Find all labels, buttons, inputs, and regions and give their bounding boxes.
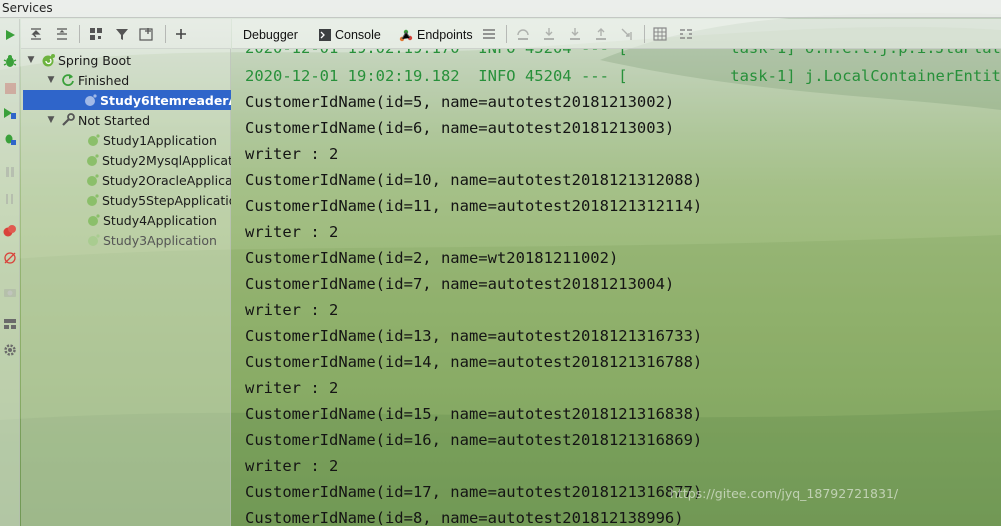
console-output-line: CustomerIdName(id=7, name=autotest201812…: [245, 275, 675, 293]
left-action-toolbar: [0, 19, 20, 526]
console-output-line: CustomerIdName(id=16, name=autotest20181…: [245, 431, 703, 449]
tree-node-app[interactable]: Study3Application: [85, 230, 231, 250]
run-to-cursor-icon[interactable]: [619, 26, 635, 42]
console-output-line: CustomerIdName(id=8, name=autotest201812…: [245, 509, 684, 526]
console-output-line: CustomerIdName(id=2, name=wt20181211002): [245, 249, 619, 267]
title-bar: Services: [0, 0, 1001, 18]
layout-icon[interactable]: [2, 316, 18, 332]
services-tree-toolbar: [21, 19, 231, 49]
expand-all-icon[interactable]: [28, 26, 44, 42]
new-tab-icon[interactable]: [139, 26, 155, 42]
console-output-line: CustomerIdName(id=10, name=autotest20181…: [245, 171, 703, 189]
chevron-down-icon[interactable]: ▼: [45, 74, 57, 86]
console-icon: [319, 29, 331, 41]
tab-endpoints[interactable]: Endpoints: [399, 26, 473, 44]
window-title: Services: [2, 1, 53, 15]
menu-icon[interactable]: [481, 26, 497, 42]
tree-node-app[interactable]: Study5StepApplication: [85, 190, 231, 210]
tab-label: Console: [335, 28, 381, 42]
spring-app-icon: [85, 212, 101, 228]
tree-node-study6-itemreader[interactable]: Study6ItemreaderApplication: [23, 90, 231, 110]
console-output-line: CustomerIdName(id=13, name=autotest20181…: [245, 327, 703, 345]
toolbar-separator: [506, 25, 507, 43]
debug-with-coverage-icon[interactable]: [2, 131, 18, 147]
spring-app-icon: [85, 192, 100, 208]
console-output-line: writer : 2: [245, 457, 339, 475]
console-output-line: writer : 2: [245, 379, 339, 397]
console-output-line: CustomerIdName(id=17, name=autotest20181…: [245, 483, 703, 501]
console-output-line: CustomerIdName(id=15, name=autotest20181…: [245, 405, 703, 423]
mute-breakpoints-icon[interactable]: [2, 250, 18, 266]
tab-console[interactable]: Console: [319, 26, 381, 44]
tree-node-spring-boot[interactable]: ▼ Spring Boot: [25, 50, 230, 70]
pause-icon[interactable]: [2, 164, 18, 180]
tree-node-label: Study2OracleApplication: [102, 172, 231, 188]
console-output-line: CustomerIdName(id=5, name=autotest201812…: [245, 93, 675, 111]
console-output-line: CustomerIdName(id=6, name=autotest201812…: [245, 119, 675, 137]
settings-gear-icon[interactable]: [2, 342, 18, 358]
console-toolbar: Debugger Console Endpoints: [232, 19, 1001, 49]
tab-label: Endpoints: [417, 28, 473, 42]
tree-node-label: Study1Application: [103, 132, 217, 148]
tree-node-label: Study3Application: [103, 232, 217, 248]
console-output[interactable]: 2020-12-01 19:02:19.170 INFO 45204 --- […: [232, 49, 1001, 526]
group-by-icon[interactable]: [88, 26, 104, 42]
toolbar-separator: [644, 25, 645, 43]
step-icon[interactable]: [2, 191, 18, 207]
services-tree: ▼ Spring Boot ▼ Finished Study6Itemreade…: [21, 49, 231, 526]
console-output-line: writer : 2: [245, 301, 339, 319]
tree-node-app[interactable]: Study2MysqlApplication: [85, 150, 231, 170]
tree-node-label: Finished: [78, 72, 130, 88]
stop-icon[interactable]: [2, 80, 18, 96]
tree-node-label: Not Started: [78, 112, 151, 128]
tab-debugger[interactable]: Debugger: [243, 26, 298, 44]
spring-app-icon: [85, 172, 100, 188]
console-output-line: writer : 2: [245, 223, 339, 241]
camera-icon[interactable]: [2, 284, 18, 300]
spring-app-icon: [85, 152, 100, 168]
force-step-into-icon[interactable]: [567, 26, 583, 42]
chevron-down-icon[interactable]: ▼: [45, 114, 57, 126]
trace-icon[interactable]: [678, 26, 694, 42]
run-icon[interactable]: [2, 27, 18, 43]
tab-label: Debugger: [243, 28, 298, 42]
endpoints-icon: [399, 28, 413, 42]
watermark: https://gitee.com/jyq_18792721831/: [670, 486, 899, 501]
add-service-icon[interactable]: [173, 26, 189, 42]
step-over-icon[interactable]: [515, 26, 531, 42]
wrench-icon: [60, 112, 76, 128]
tree-node-app[interactable]: Study1Application: [85, 130, 231, 150]
spring-app-icon: [83, 92, 98, 108]
debug-icon[interactable]: [2, 53, 18, 69]
run-with-coverage-icon[interactable]: [2, 105, 18, 121]
collapse-all-icon[interactable]: [54, 26, 70, 42]
tree-node-app[interactable]: Study4Application: [85, 210, 231, 230]
spring-app-icon: [85, 232, 101, 248]
spring-boot-icon: [40, 52, 56, 68]
tree-node-label: Study2MysqlApplication: [102, 152, 231, 168]
console-output-line: CustomerIdName(id=14, name=autotest20181…: [245, 353, 703, 371]
tree-node-label: Study4Application: [103, 212, 217, 228]
tree-node-label: Study5StepApplication: [102, 192, 231, 208]
console-log-line: 2020-12-01 19:02:19.182 INFO 45204 --- […: [245, 67, 1001, 85]
toolbar-separator: [79, 25, 80, 43]
filter-icon[interactable]: [114, 26, 130, 42]
step-out-icon[interactable]: [593, 26, 609, 42]
console-output-line: CustomerIdName(id=11, name=autotest20181…: [245, 197, 703, 215]
tree-node-finished[interactable]: ▼ Finished: [45, 70, 230, 90]
console-log-line: 2020-12-01 19:02:19.170 INFO 45204 --- […: [245, 49, 1001, 61]
breakpoints-icon[interactable]: [2, 223, 18, 239]
tree-node-app[interactable]: Study2OracleApplication: [85, 170, 231, 190]
evaluate-expression-icon[interactable]: [652, 26, 668, 42]
tree-node-label: Spring Boot: [58, 52, 132, 68]
spring-app-icon: [85, 132, 101, 148]
step-into-icon[interactable]: [541, 26, 557, 42]
tree-node-label: Study6ItemreaderApplication: [100, 92, 231, 108]
tree-node-not-started[interactable]: ▼ Not Started: [45, 110, 230, 130]
toolbar-separator: [165, 25, 166, 43]
rerun-icon: [60, 72, 76, 88]
console-output-line: writer : 2: [245, 145, 339, 163]
chevron-down-icon[interactable]: ▼: [25, 54, 37, 66]
